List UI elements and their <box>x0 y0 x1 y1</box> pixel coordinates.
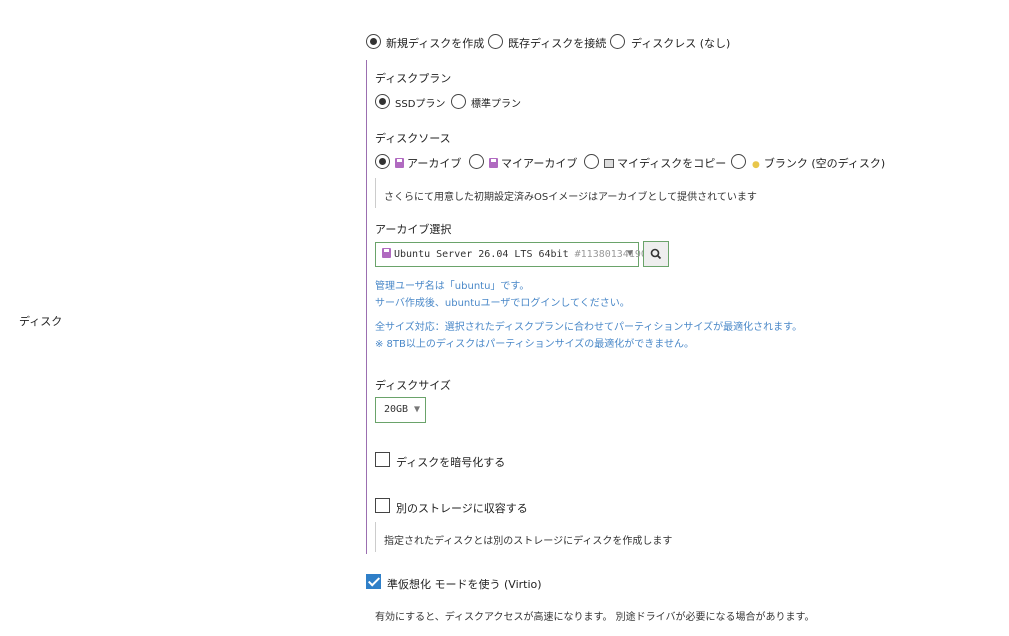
source-description-bar <box>375 178 376 208</box>
radio-my-archive-label[interactable]: マイアーカイブ <box>489 155 577 171</box>
archive-select-heading: アーカイブ選択 <box>375 223 452 236</box>
disk-section-label: ディスク <box>19 315 63 328</box>
radio-copy-disk[interactable] <box>584 154 599 169</box>
disk-source-description: さくらにて用意した初期設定済みOSイメージはアーカイブとして提供されています <box>384 192 757 203</box>
radio-ssd-plan-label[interactable]: SSDプラン <box>395 95 445 110</box>
radio-archive-label[interactable]: アーカイブ <box>395 155 461 171</box>
blank-text: ブランク (空のディスク) <box>763 157 886 170</box>
separate-storage-checkbox[interactable] <box>375 498 390 513</box>
archive-note-size: 全サイズ対応：選択されたディスクプランに合わせてパーティションサイズが最適化され… <box>375 322 803 333</box>
radio-diskless-label[interactable]: ディスクレス (なし) <box>631 35 730 51</box>
floppy-icon <box>489 158 498 168</box>
copy-disk-text: マイディスクをコピー <box>617 157 727 170</box>
archive-note-login: サーバ作成後、ubuntuユーザでログインしてください。 <box>375 298 630 309</box>
floppy-icon <box>382 248 391 258</box>
archive-note-8tb: ※ 8TB以上のディスクはパーティションサイズの最適化ができません。 <box>375 339 694 350</box>
archive-select-value: Ubuntu Server 26.04 LTS 64bit <box>394 249 569 260</box>
radio-standard-plan-label[interactable]: 標準プラン <box>471 95 521 110</box>
radio-my-archive[interactable] <box>469 154 484 169</box>
radio-existing-disk-label[interactable]: 既存ディスクを接続 <box>508 35 606 51</box>
section-accent-bar <box>366 60 367 554</box>
radio-ssd-plan[interactable] <box>375 94 390 109</box>
storage-description-bar <box>375 522 376 552</box>
disk-size-value: 20GB <box>384 404 409 415</box>
chevron-down-icon: ▼ <box>413 404 420 415</box>
star-icon: ● <box>752 160 760 170</box>
virtio-description: 有効にすると、ディスクアクセスが高速になります。 別途ドライバが必要になる場合が… <box>375 612 815 623</box>
floppy-icon <box>395 158 404 168</box>
virtio-checkbox[interactable] <box>366 574 381 589</box>
radio-standard-plan[interactable] <box>451 94 466 109</box>
radio-copy-disk-label[interactable]: マイディスクをコピー <box>604 155 726 171</box>
separate-storage-description: 指定されたディスクとは別のストレージにディスクを作成します <box>384 536 673 547</box>
disk-size-dropdown[interactable]: 20GB ▼ <box>375 397 426 423</box>
radio-blank-label[interactable]: ● ブランク (空のディスク) <box>752 155 885 171</box>
radio-new-disk-label[interactable]: 新規ディスクを作成 <box>386 35 484 51</box>
radio-archive[interactable] <box>375 154 390 169</box>
chevron-down-icon: ▼ <box>626 248 633 259</box>
my-archive-text: マイアーカイブ <box>501 157 578 170</box>
book-icon <box>604 159 614 168</box>
archive-text: アーカイブ <box>407 157 462 170</box>
encrypt-label[interactable]: ディスクを暗号化する <box>396 454 505 470</box>
separate-storage-label[interactable]: 別のストレージに収容する <box>396 500 528 516</box>
radio-new-disk[interactable] <box>366 34 381 49</box>
disk-plan-heading: ディスクプラン <box>375 72 452 85</box>
virtio-label[interactable]: 準仮想化 モードを使う (Virtio) <box>387 576 542 592</box>
encrypt-checkbox[interactable] <box>375 452 390 467</box>
search-icon <box>650 248 662 260</box>
radio-blank[interactable] <box>731 154 746 169</box>
archive-select-dropdown[interactable]: Ubuntu Server 26.04 LTS 64bit #113801341… <box>375 242 653 267</box>
disk-source-heading: ディスクソース <box>375 132 451 145</box>
radio-diskless[interactable] <box>610 34 625 49</box>
radio-existing-disk[interactable] <box>488 34 503 49</box>
disk-size-heading: ディスクサイズ <box>375 379 451 392</box>
archive-search-button[interactable] <box>643 241 669 267</box>
archive-note-user: 管理ユーザ名は「ubuntu」です。 <box>375 281 530 292</box>
archive-id: #113801341901 <box>574 249 653 260</box>
